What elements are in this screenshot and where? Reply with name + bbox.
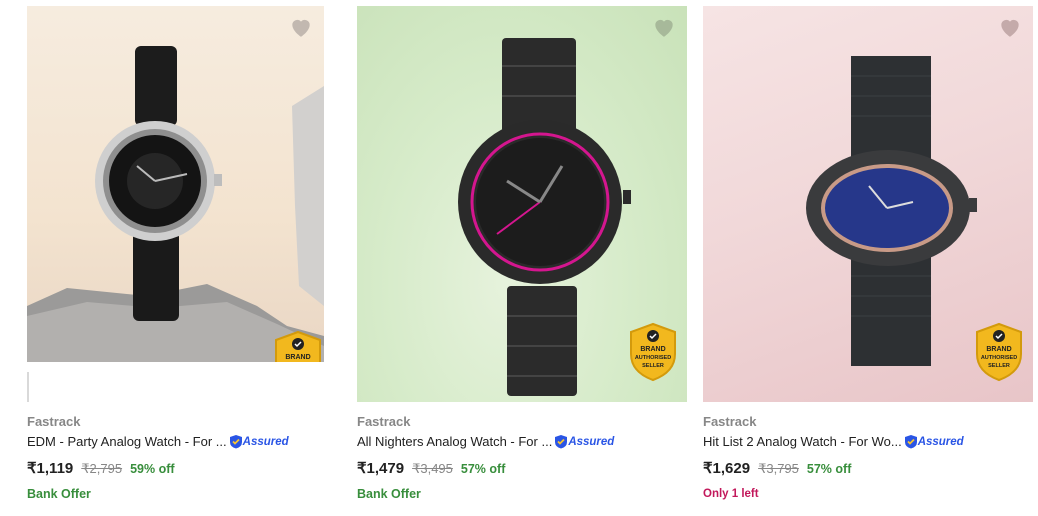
product-title[interactable]: EDM - Party Analog Watch - For ... Assur… — [27, 434, 289, 449]
product-card[interactable]: BRAND AUTHORISED SELLER Fastrack All Nig… — [357, 0, 687, 516]
product-image[interactable] — [27, 6, 324, 362]
original-price: ₹2,795 — [81, 461, 123, 476]
original-price: ₹3,795 — [758, 461, 799, 476]
bank-offer: Bank Offer — [357, 487, 421, 501]
price-row: ₹1,119 ₹2,795 59% off — [27, 459, 175, 477]
discount: 57% off — [806, 462, 852, 476]
brand-authorised-badge: BRAND AUTHORISED SELLER — [628, 322, 678, 382]
product-card[interactable]: BRAND Fastrack EDM - Party Analog Watch … — [27, 0, 357, 516]
brand-name: Fastrack — [703, 414, 757, 429]
selling-price: ₹1,629 — [703, 460, 751, 477]
wishlist-heart-icon[interactable] — [651, 14, 677, 40]
wishlist-heart-icon[interactable] — [997, 14, 1023, 40]
product-title[interactable]: All Nighters Analog Watch - For ... Assu… — [357, 434, 614, 449]
assured-badge: Assured — [229, 434, 289, 449]
brand-name: Fastrack — [27, 414, 81, 429]
brand-authorised-badge: BRAND AUTHORISED SELLER — [974, 322, 1024, 382]
assured-shield-icon — [555, 435, 568, 449]
product-card[interactable]: BRAND AUTHORISED SELLER Fastrack Hit Lis… — [703, 0, 1033, 516]
assured-badge: Assured — [904, 434, 964, 449]
wishlist-heart-icon[interactable] — [288, 14, 314, 40]
black-leather-strap-watch-image — [27, 46, 324, 362]
price-row: ₹1,629 ₹3,795 57% off — [703, 459, 851, 477]
original-price: ₹3,495 — [412, 461, 453, 476]
discount: 59% off — [130, 462, 175, 476]
product-title[interactable]: Hit List 2 Analog Watch - For Wo... Assu… — [703, 434, 964, 449]
selling-price: ₹1,119 — [27, 460, 74, 477]
discount: 57% off — [460, 462, 506, 476]
stock-status: Only 1 left — [703, 488, 759, 500]
brand-name: Fastrack — [357, 414, 411, 429]
brand-authorised-badge: BRAND — [273, 330, 323, 362]
price-row: ₹1,479 ₹3,495 57% off — [357, 459, 505, 477]
assured-shield-icon — [229, 435, 242, 449]
assured-badge: Assured — [554, 434, 614, 449]
bank-offer: Bank Offer — [27, 487, 91, 501]
assured-shield-icon — [904, 435, 917, 449]
selling-price: ₹1,479 — [357, 460, 405, 477]
